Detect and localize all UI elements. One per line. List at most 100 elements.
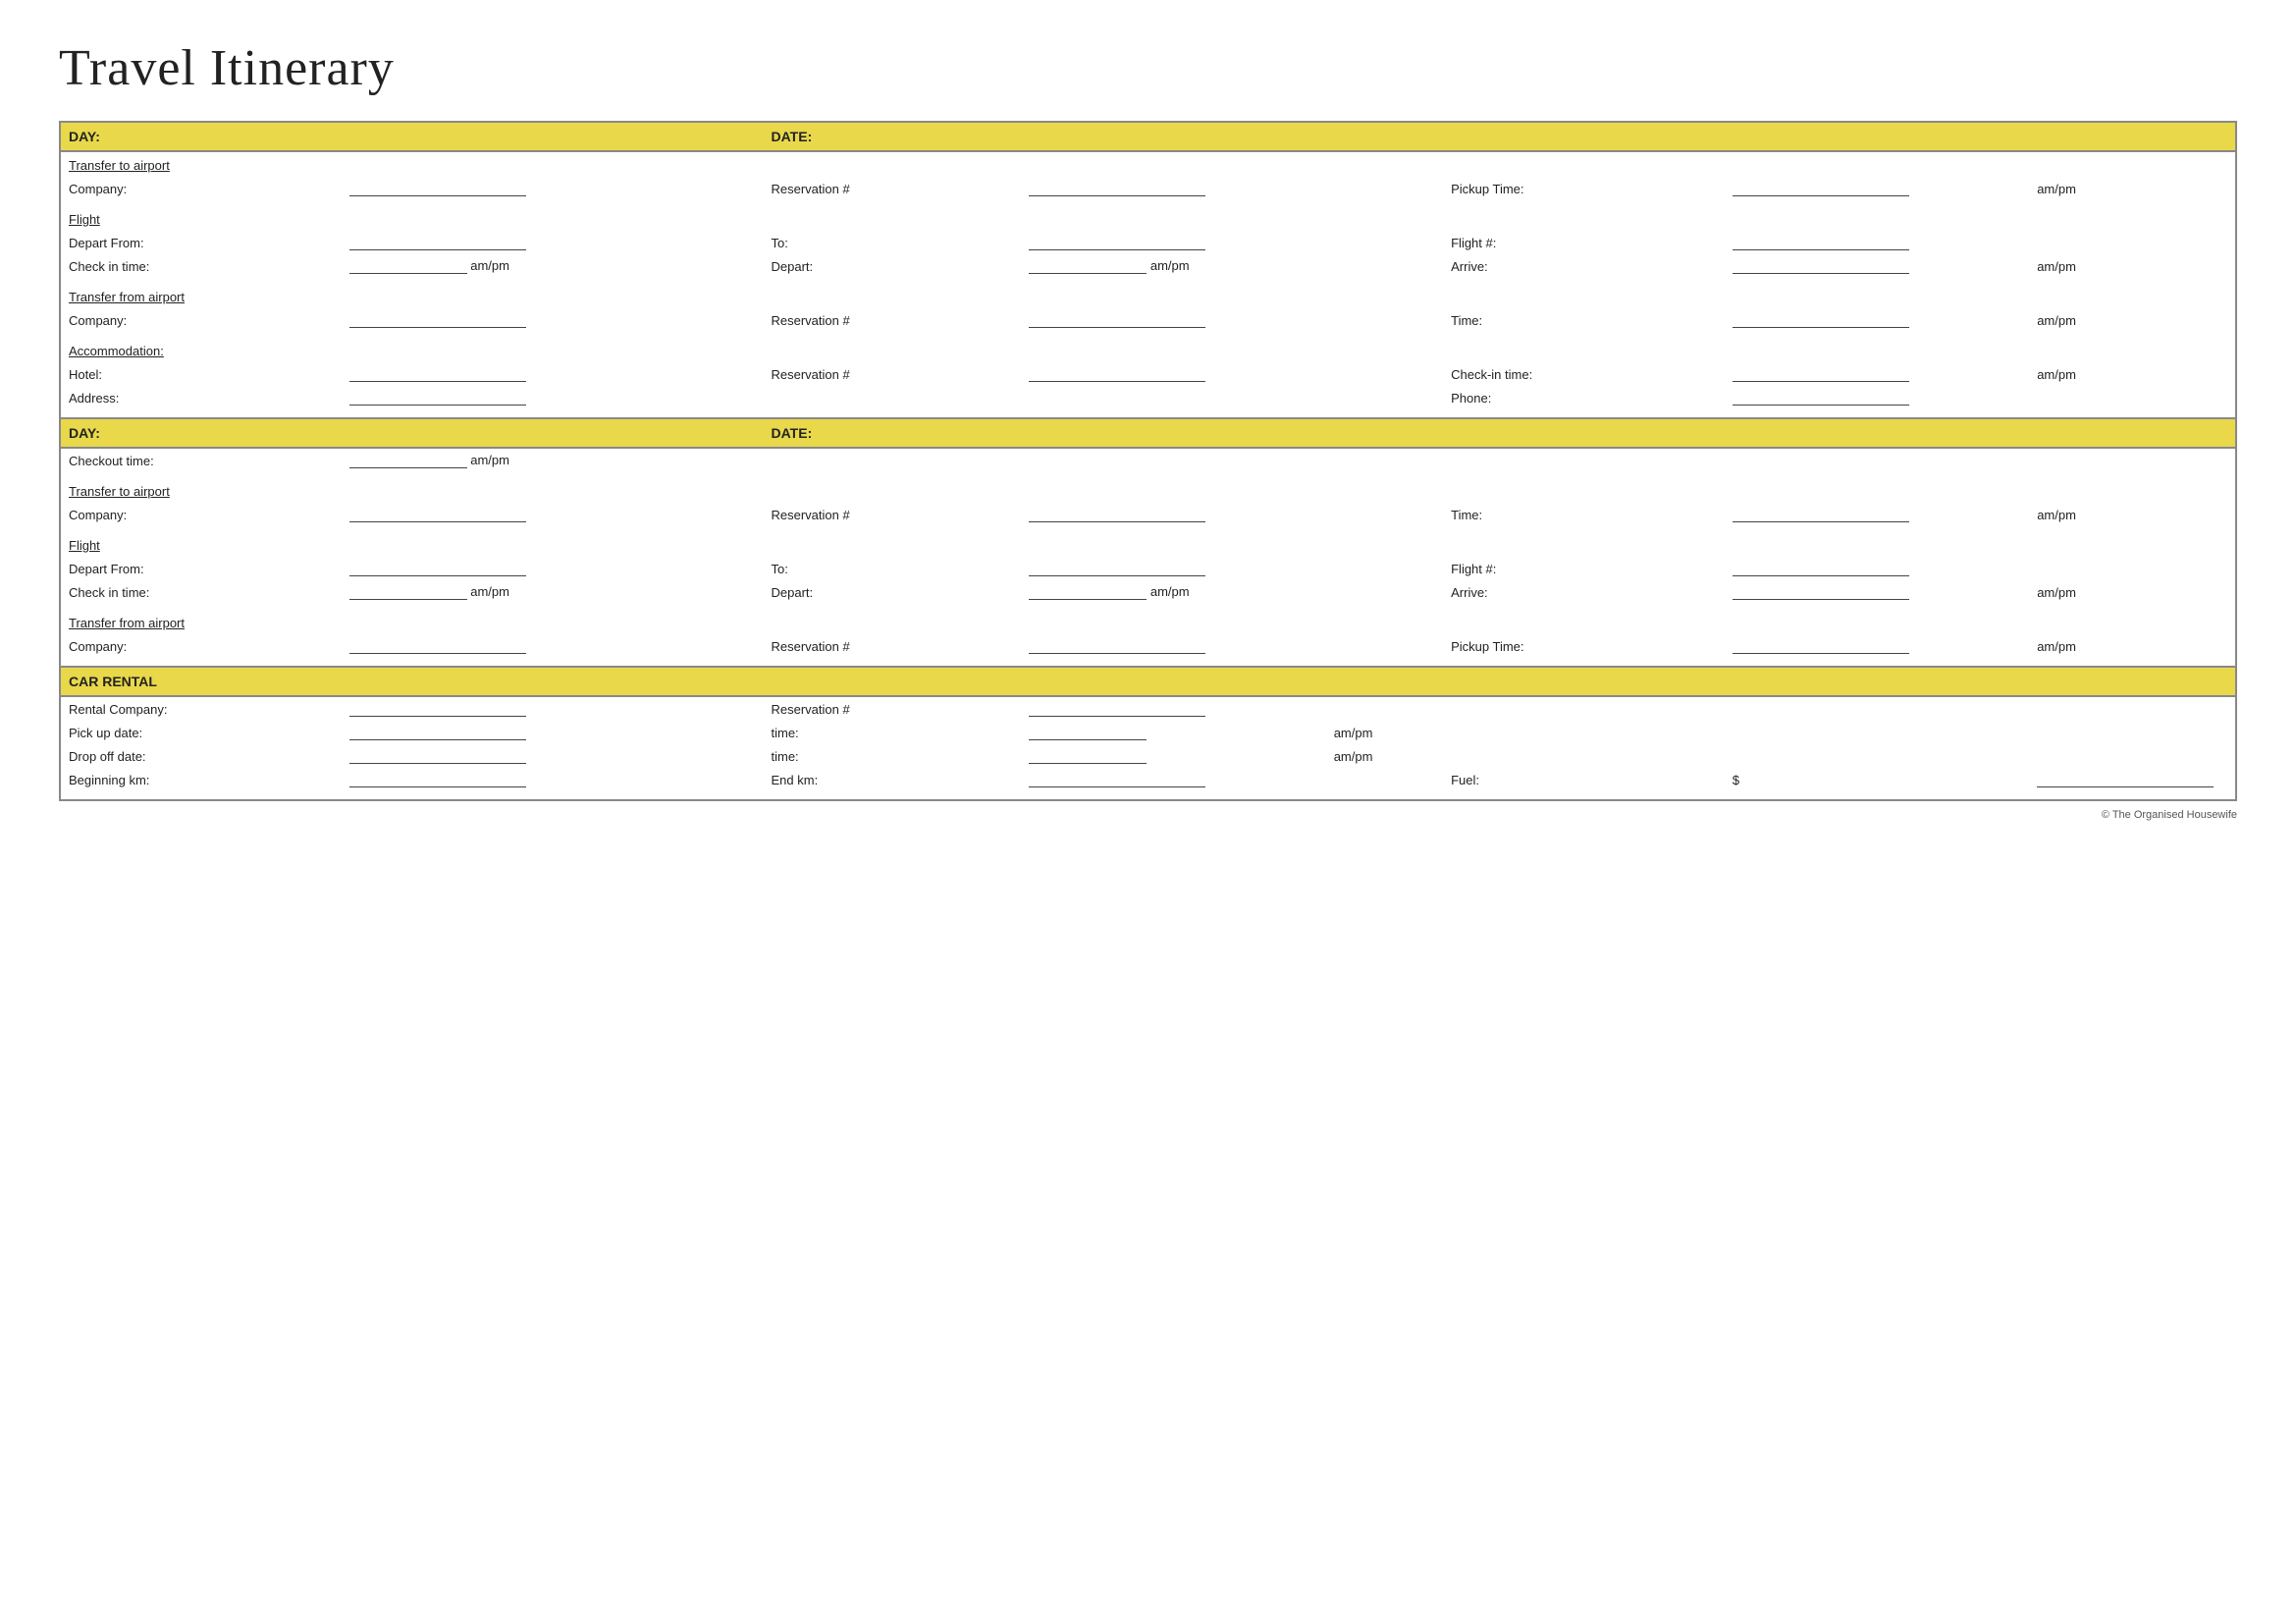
transfer-to-airport-label-2: Transfer to airport: [69, 484, 170, 499]
arrive-field-2: [1725, 580, 2029, 604]
flight-title-row-1: Flight: [60, 208, 2236, 231]
checkout-field: am/pm: [342, 448, 646, 472]
flight-num-field-1: [1725, 231, 2236, 254]
phone-field: [1725, 386, 2236, 409]
arrive-label-2: Arrive:: [1443, 580, 1725, 604]
pickup-date-field: [342, 721, 646, 744]
reservation-label-tfa-1: Reservation #: [764, 308, 1022, 332]
reservation-label-1: Reservation #: [764, 177, 1022, 200]
fuel-field: [2029, 768, 2236, 791]
reservation-label-2: Reservation #: [764, 503, 1022, 526]
company-label-2: Company:: [60, 503, 342, 526]
pickup-time-label-1: Pickup Time:: [1443, 177, 1725, 200]
transfer-to-airport-row-2: Company: Reservation # Time: am/pm: [60, 503, 2236, 526]
to-field-1: [1021, 231, 1325, 254]
car-time2-label: time:: [764, 744, 1022, 768]
transfer-to-airport-row: Company: Reservation # Pickup Time: am/p…: [60, 177, 2236, 200]
car-time2-field: [1021, 744, 1325, 768]
company-label-tfa-2: Company:: [60, 634, 342, 658]
checkout-row: Checkout time: am/pm: [60, 448, 2236, 472]
transfer-from-airport-label-2: Transfer from airport: [69, 616, 185, 630]
section2-date-label: DATE:: [764, 418, 1444, 448]
checkin-time-label: Check-in time:: [1443, 362, 1725, 386]
flight-row2-1: Check in time: am/pm Depart: am/pm Arriv…: [60, 254, 2236, 278]
depart-from-field-2: [342, 557, 646, 580]
company-field-2: [342, 503, 646, 526]
flight-label-1: Flight: [69, 212, 100, 227]
check-in-label-1: Check in time:: [60, 254, 342, 278]
section1-date-label: DATE:: [764, 122, 1444, 151]
ampm-checkout: am/pm: [470, 453, 509, 467]
company-label-tfa-1: Company:: [60, 308, 342, 332]
time-field-2: [1725, 503, 2029, 526]
reservation-field-2: [1021, 503, 1325, 526]
ampm-depart-1: am/pm: [1150, 258, 1190, 273]
accommodation-label: Accommodation:: [69, 344, 164, 358]
copyright: © The Organised Housewife: [59, 809, 2237, 821]
car-rental-row3: Drop off date: time: am/pm: [60, 744, 2236, 768]
to-field-2: [1021, 557, 1325, 580]
ampm-depart-2: am/pm: [1150, 584, 1190, 599]
reservation-label-tfa-2: Reservation #: [764, 634, 1022, 658]
transfer-to-airport-label: Transfer to airport: [69, 158, 170, 173]
dropoff-field: [342, 744, 646, 768]
ampm-1: am/pm: [2029, 177, 2236, 200]
begin-km-label: Beginning km:: [60, 768, 342, 791]
car-rental-row1: Rental Company: Reservation #: [60, 696, 2236, 721]
time-field-tfa-1: [1725, 308, 2029, 332]
check-in-field-1: am/pm: [342, 254, 646, 278]
depart-from-field-1: [342, 231, 646, 254]
car-reservation-label: Reservation #: [764, 696, 1022, 721]
car-time-label: time:: [764, 721, 1022, 744]
arrive-field-1: [1725, 254, 2029, 278]
ampm-tfa-2: am/pm: [2029, 634, 2236, 658]
flight-row1-2: Depart From: To: Flight #:: [60, 557, 2236, 580]
company-field-1: [342, 177, 646, 200]
reservation-field-acc: [1021, 362, 1325, 386]
section2-header-row: DAY: DATE:: [60, 418, 2236, 448]
ampm-pickup: am/pm: [1326, 721, 1443, 744]
pickup-time-field-2: [1725, 634, 2029, 658]
depart-label-2: Depart:: [764, 580, 1022, 604]
section1-header-empty: [1443, 122, 2236, 151]
reservation-field-tfa-1: [1021, 308, 1325, 332]
time-label-2: Time:: [1443, 503, 1725, 526]
transfer-from-airport-label-1: Transfer from airport: [69, 290, 185, 304]
pickup-date-label: Pick up date:: [60, 721, 342, 744]
depart-from-label-2: Depart From:: [60, 557, 342, 580]
ampm-dropoff: am/pm: [1326, 744, 1443, 768]
to-label-2: To:: [764, 557, 1022, 580]
flight-num-field-2: [1725, 557, 2236, 580]
ampm-2: am/pm: [2029, 503, 2236, 526]
fuel-label: Fuel:: [1443, 768, 1725, 791]
ampm-checkin-1: am/pm: [470, 258, 509, 273]
company-field-tfa-2: [342, 634, 646, 658]
transfer-from-airport-title-row-2: Transfer from airport: [60, 612, 2236, 634]
checkout-label: Checkout time:: [60, 448, 342, 472]
flight-num-label-1: Flight #:: [1443, 231, 1725, 254]
ampm-checkin-acc: am/pm: [2029, 362, 2236, 386]
ampm-checkin-2: am/pm: [470, 584, 509, 599]
company-label-1: Company:: [60, 177, 342, 200]
address-field: [342, 386, 646, 409]
check-in-field-2: am/pm: [342, 580, 646, 604]
accommodation-row2: Address: Phone:: [60, 386, 2236, 409]
time-label-tfa-1: Time:: [1443, 308, 1725, 332]
to-label-1: To:: [764, 231, 1022, 254]
end-km-label: End km:: [764, 768, 1022, 791]
reservation-field-tfa-2: [1021, 634, 1325, 658]
end-km-field: [1021, 768, 1325, 791]
section2-day-label: DAY:: [60, 418, 764, 448]
car-time-field: [1021, 721, 1325, 744]
hotel-field: [342, 362, 646, 386]
begin-km-field: [342, 768, 646, 791]
section1-day-label: DAY:: [60, 122, 764, 151]
ampm-arrive-1: am/pm: [2029, 254, 2236, 278]
car-rental-label: CAR RENTAL: [60, 667, 2236, 696]
phone-label: Phone:: [1443, 386, 1725, 409]
transfer-from-airport-row-2: Company: Reservation # Pickup Time: am/p…: [60, 634, 2236, 658]
flight-num-label-2: Flight #:: [1443, 557, 1725, 580]
accommodation-row1: Hotel: Reservation # Check-in time: am/p…: [60, 362, 2236, 386]
transfer-to-airport-title-row-2: Transfer to airport: [60, 480, 2236, 503]
accommodation-title-row: Accommodation:: [60, 340, 2236, 362]
